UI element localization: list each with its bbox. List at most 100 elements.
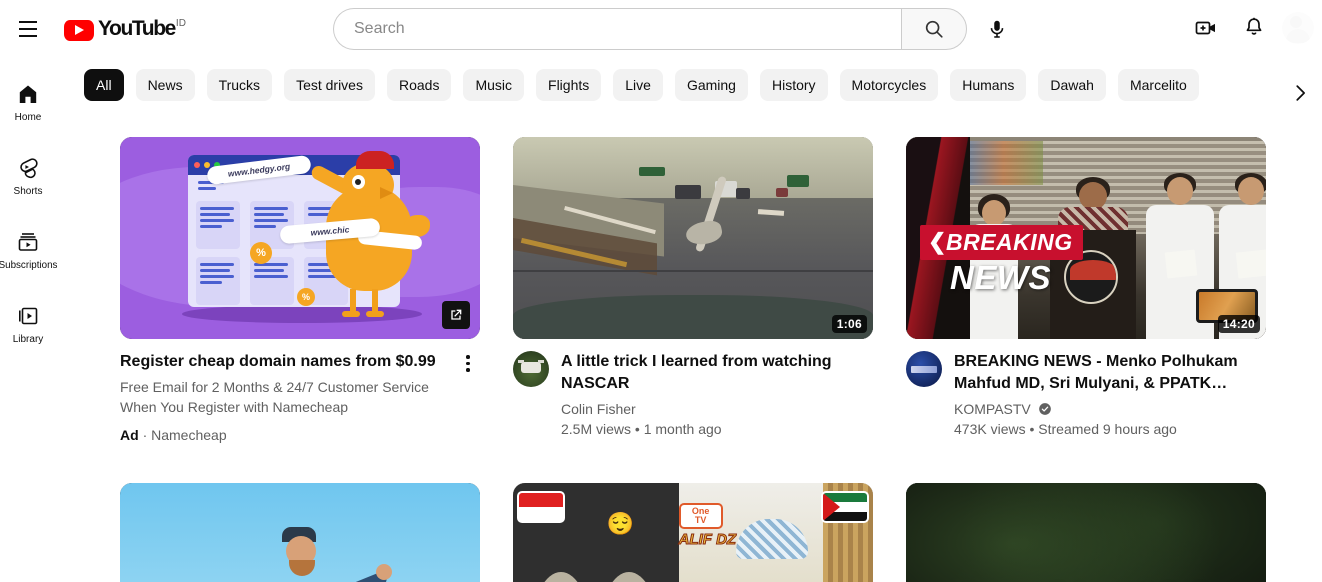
- ad-label: Ad: [120, 427, 139, 443]
- video-thumbnail-breaking-news[interactable]: BREAKING NEWS 14:20: [906, 137, 1266, 339]
- partial-thumb-art-2: 😌 One TV ALIF DZ: [513, 483, 873, 582]
- channel-name-text: KOMPASTV: [954, 401, 1031, 417]
- hamburger-menu-icon[interactable]: [8, 9, 48, 49]
- sidebar-item-home[interactable]: Home: [0, 65, 56, 139]
- youtube-logo-text: YouTube: [98, 16, 176, 40]
- home-icon: [19, 85, 37, 103]
- video-age-nascar: 1 month ago: [643, 421, 722, 437]
- ad-illustration: www.hedgy.org www.chic % %: [120, 137, 480, 339]
- video-thumbnail-partial-1[interactable]: MC: [120, 483, 480, 582]
- channel-avatar-colin-fisher[interactable]: [513, 351, 549, 387]
- video-thumbnail-partial-3[interactable]: Semakin Tidak: [906, 483, 1266, 582]
- chip-flights[interactable]: Flights: [536, 69, 602, 101]
- channel-avatar-kompastv[interactable]: [906, 351, 942, 387]
- video-thumbnail-nascar[interactable]: 1:06: [513, 137, 873, 339]
- search-area: Search: [333, 8, 1017, 50]
- chip-music[interactable]: Music: [463, 69, 525, 101]
- breaking-news-word: NEWS: [950, 259, 1051, 296]
- channel-name-nascar[interactable]: Colin Fisher: [561, 399, 873, 419]
- create-video-icon: [1195, 21, 1215, 35]
- search-button[interactable]: [901, 8, 967, 50]
- chevron-right-icon: [1296, 85, 1305, 101]
- chip-humans[interactable]: Humans: [950, 69, 1027, 101]
- chip-news[interactable]: News: [135, 69, 195, 101]
- chip-trucks[interactable]: Trucks: [206, 69, 273, 101]
- verified-badge-icon: [1038, 403, 1051, 415]
- video-duration-nascar: 1:06: [831, 315, 867, 333]
- account-avatar[interactable]: [1282, 12, 1314, 44]
- chip-all[interactable]: All: [84, 69, 124, 101]
- video-title-nascar: A little trick I learned from watching N…: [561, 353, 832, 392]
- sidebar-item-library-label: Library: [12, 333, 44, 345]
- ad-meta: Register cheap domain names from $0.99 F…: [120, 351, 480, 443]
- header-actions: [1186, 8, 1318, 48]
- partial-thumb-art-1: MC: [120, 483, 480, 582]
- partial-thumb-art-3: Semakin Tidak: [906, 483, 1266, 582]
- video-views-nascar: 2.5M views: [561, 421, 632, 437]
- mini-sidebar: Home Shorts Subscriptions Library: [0, 57, 57, 582]
- chip-motorcycles[interactable]: Motorcycles: [839, 69, 939, 101]
- microphone-icon: [990, 20, 1004, 38]
- video-card-breaking-news[interactable]: BREAKING NEWS 14:20 BREAKING NEWS - Menk…: [906, 137, 1266, 443]
- more-options-icon: [466, 355, 470, 359]
- chip-dawah[interactable]: Dawah: [1038, 69, 1106, 101]
- chips-next-button[interactable]: [1280, 73, 1320, 113]
- video-title-breaking-news: BREAKING NEWS - Menko Polhukam Mahfud MD…: [954, 353, 1238, 392]
- video-thumbnail-partial-2[interactable]: 😌 One TV ALIF DZ: [513, 483, 873, 582]
- category-chip-bar: All News Trucks Test drives Roads Music …: [56, 57, 1322, 113]
- youtube-country-code: ID: [175, 17, 186, 29]
- search-icon: [925, 20, 943, 38]
- ad-more-options-button[interactable]: [456, 351, 480, 387]
- search-input[interactable]: Search: [333, 8, 901, 50]
- chip-live[interactable]: Live: [613, 69, 663, 101]
- shorts-icon: [20, 157, 38, 178]
- partial-thumb-emoji: 😌: [606, 511, 634, 537]
- ad-title: Register cheap domain names from $0.99: [120, 353, 436, 370]
- video-age-breaking-news: Streamed 9 hours ago: [1038, 421, 1177, 437]
- video-card-nascar[interactable]: 1:06 A little trick I learned from watch…: [513, 137, 873, 443]
- chip-test-drives[interactable]: Test drives: [284, 69, 375, 101]
- ad-discount-coin-1: %: [250, 242, 272, 264]
- sidebar-item-home-label: Home: [14, 111, 42, 123]
- ad-discount-coin-2: %: [297, 288, 315, 306]
- ad-external-link-badge[interactable]: [442, 301, 470, 329]
- ad-separator: ·: [142, 427, 148, 443]
- tv-badge-line2: TV: [694, 515, 707, 526]
- channel-name-kompastv[interactable]: KOMPASTV: [954, 399, 1266, 419]
- sidebar-item-library[interactable]: Library: [0, 287, 56, 361]
- stats-separator: •: [634, 421, 640, 437]
- youtube-logo[interactable]: YouTube ID: [64, 17, 186, 41]
- ad-thumbnail[interactable]: www.hedgy.org www.chic % %: [120, 137, 480, 339]
- chip-history[interactable]: History: [759, 69, 828, 101]
- dashcam-road-art: [513, 137, 873, 339]
- video-meta-breaking-news: BREAKING NEWS - Menko Polhukam Mahfud MD…: [906, 351, 1266, 439]
- subscriptions-icon: [18, 232, 38, 251]
- chip-gaming[interactable]: Gaming: [674, 69, 748, 101]
- ad-advertiser: Namecheap: [151, 427, 227, 443]
- voice-search-button[interactable]: [977, 9, 1017, 49]
- video-stats-breaking-news: 473K views • Streamed 9 hours ago: [954, 419, 1266, 439]
- flag-palestine-icon: [823, 493, 867, 521]
- flag-indonesia-icon: [519, 493, 563, 521]
- chip-roads[interactable]: Roads: [386, 69, 452, 101]
- video-grid: www.hedgy.org www.chic % % Register chea…: [56, 113, 1322, 582]
- notifications-bell-icon: [1246, 17, 1262, 35]
- library-icon: [18, 307, 38, 324]
- video-card-partial-1[interactable]: MC: [120, 483, 480, 582]
- sidebar-item-shorts[interactable]: Shorts: [0, 139, 56, 213]
- video-stats-nascar: 2.5M views • 1 month ago: [561, 419, 873, 439]
- chip-marcelito[interactable]: Marcelito: [1117, 69, 1199, 101]
- sidebar-item-subscriptions[interactable]: Subscriptions: [0, 213, 57, 287]
- notifications-button[interactable]: [1234, 8, 1274, 48]
- video-duration-breaking-news: 14:20: [1217, 315, 1260, 333]
- sidebar-item-shorts-label: Shorts: [13, 185, 43, 197]
- ad-card[interactable]: www.hedgy.org www.chic % % Register chea…: [120, 137, 480, 443]
- video-meta-nascar: A little trick I learned from watching N…: [513, 351, 873, 439]
- stats-separator: •: [1029, 421, 1035, 437]
- create-video-button[interactable]: [1186, 8, 1226, 48]
- video-card-partial-2[interactable]: 😌 One TV ALIF DZ: [513, 483, 873, 582]
- open-in-new-icon: [451, 309, 462, 320]
- channel-tag-text: ALIF DZ: [678, 531, 737, 549]
- partial-thumb-channel-badge: One TV ALIF DZ: [678, 503, 737, 549]
- video-card-partial-3[interactable]: Semakin Tidak: [906, 483, 1266, 582]
